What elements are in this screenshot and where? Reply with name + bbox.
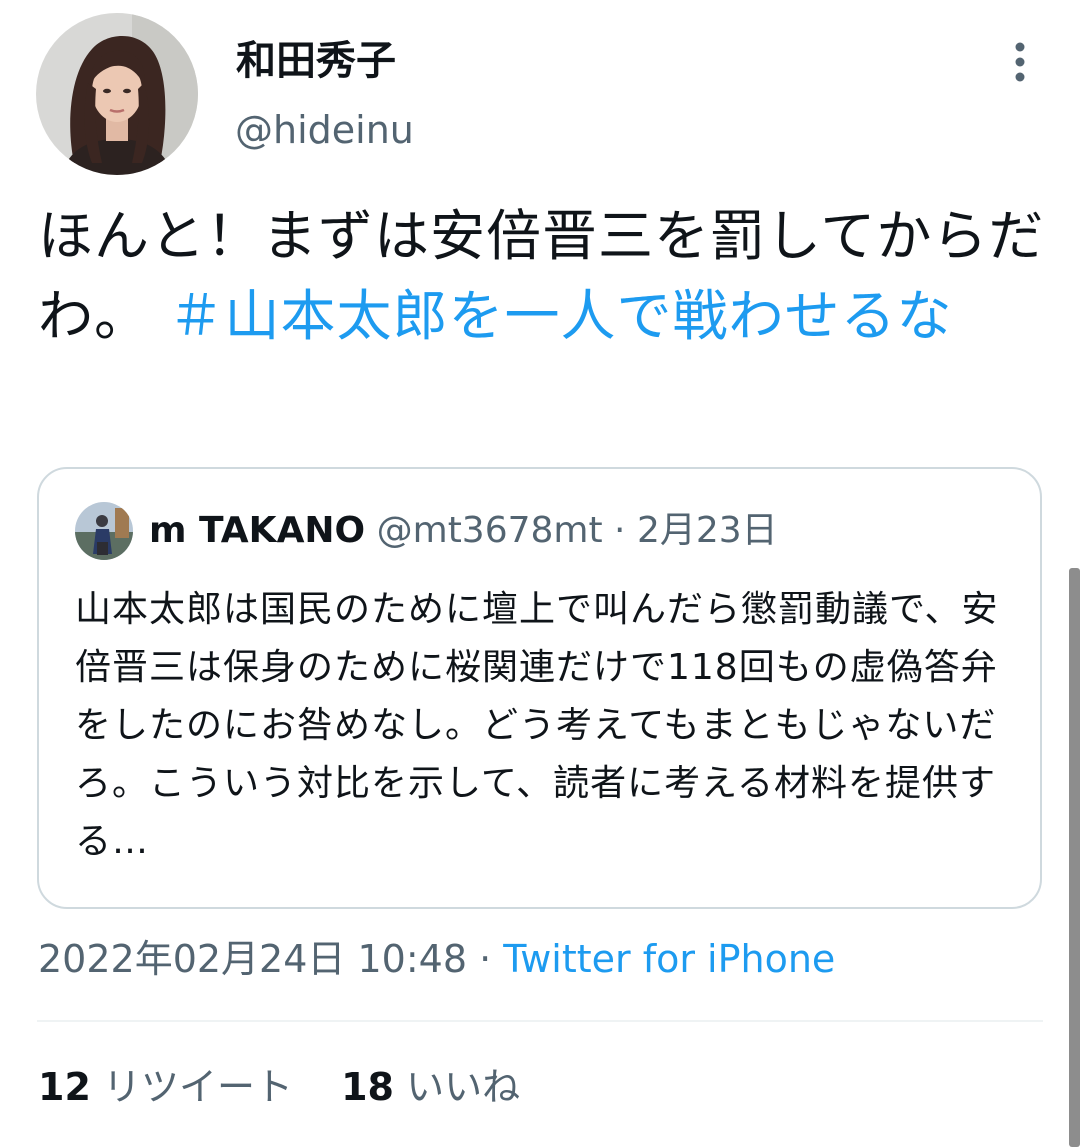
retweets-stat[interactable]: 12 リツイート (38, 1060, 293, 1114)
divider (37, 1020, 1043, 1022)
author-handle[interactable]: @hideinu (235, 106, 414, 154)
tweet-timestamp[interactable]: 2022年02月24日 10:48 (38, 937, 467, 981)
quoted-meta-separator: · (602, 510, 637, 551)
tweet-meta-row: 2022年02月24日 10:48 · Twitter for iPhone (38, 932, 835, 986)
quoted-author-handle: @mt3678mt (376, 510, 603, 551)
meta-separator: · (467, 937, 504, 981)
quoted-author-avatar[interactable] (75, 502, 133, 560)
quoted-tweet-text: 山本太郎は国民のために壇上で叫んだら懲罰動議で、安倍晋三は保身のために桜関連だけ… (75, 589, 999, 862)
scrollbar[interactable] (1069, 568, 1080, 1147)
likes-stat[interactable]: 18 いいね (341, 1060, 520, 1114)
tweet-source-link[interactable]: Twitter for iPhone (503, 937, 835, 981)
engagement-stats: 12 リツイート 18 いいね (38, 1060, 520, 1114)
author-name[interactable]: 和田秀子 (236, 36, 396, 86)
more-vertical-icon (1015, 42, 1025, 82)
quoted-author-name: m TAKANO (149, 510, 366, 551)
like-count: 18 (341, 1065, 394, 1109)
more-options-button[interactable] (1004, 38, 1036, 86)
like-label: いいね (406, 1065, 521, 1109)
quoted-tweet-card[interactable]: m TAKANO @mt3678mt · 2月23日 山本太郎は国民のために壇上… (37, 467, 1042, 909)
retweet-label: リツイート (102, 1065, 293, 1109)
author-avatar[interactable] (36, 13, 198, 175)
quoted-tweet-date: 2月23日 (636, 510, 778, 551)
tweet-text: ほんと！まずは安倍晋三を罰してからだわ。 ＃山本太郎を一人で戦わせるな (38, 196, 1048, 356)
retweet-count: 12 (38, 1065, 91, 1109)
quoted-tweet-header: m TAKANO @mt3678mt · 2月23日 (149, 507, 778, 555)
hashtag-link[interactable]: ＃山本太郎を一人で戦わせるな (169, 284, 953, 348)
